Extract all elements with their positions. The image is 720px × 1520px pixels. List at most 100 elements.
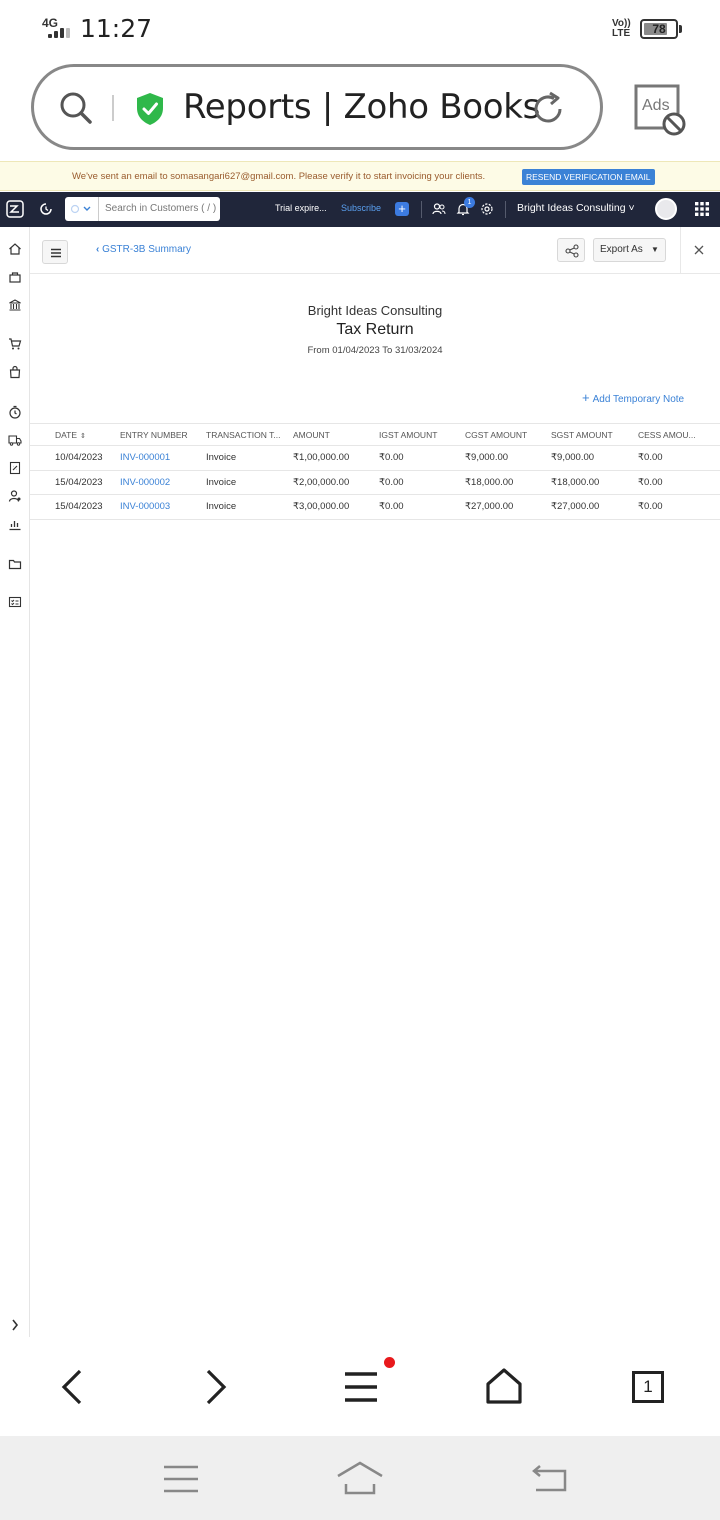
add-temporary-note-link[interactable]: + Add Temporary Note <box>582 390 684 405</box>
cell-cess: ₹0.00 <box>638 476 663 488</box>
forward-arrow-icon[interactable] <box>202 1369 230 1405</box>
column-header-sgst[interactable]: SGST AMOUNT <box>551 424 633 446</box>
system-back-icon[interactable] <box>530 1463 568 1493</box>
column-header-amount[interactable]: AMOUNT <box>293 424 375 446</box>
column-header-entry-number[interactable]: ENTRY NUMBER <box>120 424 202 446</box>
shield-check-icon[interactable] <box>135 92 165 126</box>
browser-menu-icon[interactable] <box>344 1371 378 1403</box>
entry-number-link[interactable]: INV-000001 <box>120 446 170 470</box>
ad-block-button[interactable]: Ads <box>634 84 686 136</box>
verification-banner: We've sent an email to somasangari627@gm… <box>0 161 720 191</box>
report-title: Tax Return <box>336 321 414 338</box>
hamburger-icon <box>51 248 61 258</box>
cell-igst: ₹0.00 <box>379 501 404 512</box>
settings-gear-icon[interactable] <box>480 202 494 216</box>
purchases-bag-icon[interactable] <box>8 365 22 379</box>
recent-history-icon[interactable] <box>39 202 53 216</box>
cell-igst: ₹0.00 <box>379 476 404 488</box>
notification-badge: 1 <box>464 197 475 208</box>
clock: 11:27 <box>80 14 153 43</box>
entry-number-link[interactable]: INV-000003 <box>120 495 170 519</box>
items-icon[interactable] <box>8 270 22 284</box>
header-divider <box>505 201 506 218</box>
recent-apps-icon[interactable] <box>163 1465 199 1493</box>
back-to-gstr3b-link[interactable]: ‹ GSTR-3B Summary <box>96 244 191 255</box>
expand-nav-chevron-icon[interactable] <box>0 1313 30 1337</box>
sort-icon: ⇕ <box>80 433 86 440</box>
add-note-label: Add Temporary Note <box>592 394 685 405</box>
volte-indicator: Vo)) LTE <box>612 19 632 39</box>
eway-bills-truck-icon[interactable] <box>8 433 22 447</box>
app-grid-icon[interactable] <box>695 202 709 216</box>
status-bar: 4G 11:27 Vo)) LTE 78 <box>0 0 720 58</box>
gst-filing-icon[interactable] <box>8 461 22 475</box>
cell-transaction-type: Invoice <box>206 501 237 512</box>
organization-name: Bright Ideas Consulting <box>517 202 626 214</box>
cell-amount: ₹2,00,000.00 <box>293 476 350 488</box>
column-header-transaction-type[interactable]: TRANSACTION T... <box>206 424 288 446</box>
cell-date: 15/04/2023 <box>55 476 103 488</box>
subscribe-link[interactable]: Subscribe <box>341 203 381 213</box>
system-home-icon[interactable] <box>336 1460 384 1496</box>
reload-icon[interactable] <box>529 90 567 128</box>
report-period: From 01/04/2023 To 31/03/2024 <box>307 345 443 356</box>
quick-create-button[interactable]: + <box>395 202 409 216</box>
page-title[interactable]: Reports | Zoho Books <box>183 87 540 127</box>
tax-return-table: DATE ⇕ ENTRY NUMBER TRANSACTION T... AMOU… <box>30 423 720 520</box>
report-menu-button[interactable] <box>42 240 68 264</box>
global-search[interactable]: Search in Customers ( / ) <box>65 197 220 221</box>
resend-verification-button[interactable]: RESEND VERIFICATION EMAIL <box>522 169 655 185</box>
table-row[interactable]: 15/04/2023 INV-000002 Invoice ₹2,00,000.… <box>30 471 720 495</box>
accountant-icon[interactable] <box>8 489 22 503</box>
export-as-label: Export As <box>600 244 643 255</box>
table-row[interactable]: 15/04/2023 INV-000003 Invoice ₹3,00,000.… <box>30 495 720 520</box>
caret-down-icon: ▼ <box>651 245 659 254</box>
battery-level: 78 <box>652 22 666 36</box>
cell-sgst: ₹9,000.00 <box>551 452 595 463</box>
back-arrow-icon[interactable] <box>58 1369 86 1405</box>
sales-cart-icon[interactable] <box>8 337 22 351</box>
close-icon[interactable] <box>692 243 706 257</box>
cell-transaction-type: Invoice <box>206 476 237 488</box>
column-header-date[interactable]: DATE ⇕ <box>55 424 115 448</box>
users-icon[interactable] <box>432 202 446 216</box>
volte-label: Vo)) LTE <box>612 18 631 39</box>
column-header-cgst[interactable]: CGST AMOUNT <box>465 424 547 446</box>
export-as-dropdown[interactable]: Export As ▼ <box>593 238 666 262</box>
cell-cgst: ₹18,000.00 <box>465 476 514 488</box>
cell-cess: ₹0.00 <box>638 452 663 463</box>
table-row[interactable]: 10/04/2023 INV-000001 Invoice ₹1,00,000.… <box>30 446 720 471</box>
toolbar-divider <box>680 227 681 273</box>
cell-amount: ₹1,00,000.00 <box>293 452 350 463</box>
battery-icon: 78 <box>640 19 678 39</box>
battery-tip <box>679 25 682 33</box>
reports-chart-icon[interactable] <box>8 517 22 531</box>
search-input[interactable]: Search in Customers ( / ) <box>105 203 216 214</box>
column-header-cess[interactable]: CESS AMOU... <box>638 424 720 446</box>
banner-message: We've sent an email to somasangari627@gm… <box>72 171 486 182</box>
address-divider <box>112 95 114 121</box>
config-checklist-icon[interactable] <box>8 595 22 609</box>
search-scope-icon <box>70 204 91 214</box>
address-bar[interactable]: Reports | Zoho Books <box>31 64 603 150</box>
menu-notification-dot <box>384 1357 395 1368</box>
time-tracking-icon[interactable] <box>8 405 22 419</box>
entry-number-link[interactable]: INV-000002 <box>120 471 170 495</box>
browser-home-icon[interactable] <box>485 1367 523 1405</box>
trial-status[interactable]: Trial expire... <box>275 203 327 213</box>
home-icon[interactable] <box>8 242 22 256</box>
browser-toolbar: 1 <box>0 1337 720 1436</box>
left-nav <box>0 227 30 1337</box>
banking-icon[interactable] <box>8 298 22 312</box>
report-toolbar: ‹ GSTR-3B Summary Export As ▼ <box>30 227 720 274</box>
organization-switcher[interactable]: Bright Ideas Consulting ˅ <box>517 202 635 214</box>
column-header-igst[interactable]: IGST AMOUNT <box>379 424 461 446</box>
search-scope-dropdown[interactable] <box>65 197 99 221</box>
tab-switcher-button[interactable]: 1 <box>632 1371 664 1403</box>
avatar[interactable] <box>655 198 677 220</box>
documents-folder-icon[interactable] <box>8 557 22 571</box>
search-icon[interactable] <box>58 90 94 126</box>
cell-transaction-type: Invoice <box>206 452 237 463</box>
app-logo-icon[interactable] <box>6 200 24 218</box>
share-button[interactable] <box>557 238 585 262</box>
